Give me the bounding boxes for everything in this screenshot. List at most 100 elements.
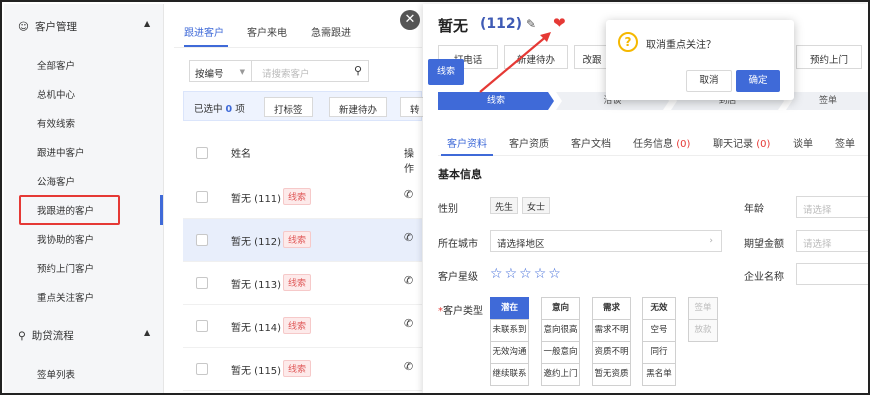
gender-option-male[interactable]: 先生	[490, 197, 519, 214]
sidebar-item-public-pool[interactable]: 公海客户	[37, 174, 75, 188]
type-option[interactable]: 黑名单	[642, 363, 676, 386]
tab-customer-info[interactable]: 客户资料	[447, 135, 487, 150]
edit-icon[interactable]: ✎	[526, 17, 536, 31]
change-follower-button[interactable]: 改跟	[574, 45, 610, 69]
type-option[interactable]: 资质不明	[592, 341, 631, 364]
type-option[interactable]: 继续联系	[490, 363, 529, 386]
phone-icon[interactable]: ✆	[404, 231, 413, 244]
table-row[interactable]: 暂无 (114) 线索 ✆	[183, 305, 422, 348]
flow-icon: ⚲	[18, 329, 26, 342]
sidebar-item-key-focus[interactable]: 重点关注客户	[37, 290, 94, 304]
type-option[interactable]: 暂无资质	[592, 363, 631, 386]
confirm-dialog: ? 取消重点关注？ 取消 确定	[606, 20, 794, 100]
star-icon[interactable]: ☆	[505, 266, 520, 282]
star-icon[interactable]: ☆	[519, 266, 534, 282]
phone-icon[interactable]: ✆	[404, 188, 413, 201]
tab-incoming-call[interactable]: 客户来电	[247, 24, 287, 39]
lead-tag: 线索	[283, 231, 312, 248]
sidebar-item-sign-list[interactable]: 签单列表	[37, 367, 75, 381]
star-icon[interactable]: ☆	[490, 266, 505, 282]
company-input[interactable]	[796, 263, 868, 285]
tab-qualification[interactable]: 客户资质	[509, 135, 549, 150]
table-row[interactable]: 暂无 (113) 线索 ✆	[183, 262, 422, 305]
type-option[interactable]: 需求不明	[592, 319, 631, 342]
type-option[interactable]: 意向很高	[541, 319, 580, 342]
tag-button[interactable]: 打标签	[264, 97, 313, 117]
tab-negotiation[interactable]: 谈单	[793, 135, 813, 150]
type-option[interactable]: 同行	[642, 341, 676, 364]
phone-icon[interactable]: ✆	[404, 360, 413, 373]
row-checkbox[interactable]	[196, 320, 208, 332]
new-todo-button[interactable]: 新建待办	[504, 45, 568, 69]
type-header[interactable]: 意向	[541, 297, 580, 320]
selection-bar: 已选中 0 项 打标签 新建待办 转	[183, 91, 430, 121]
appointment-button[interactable]: 预约上门	[796, 45, 862, 69]
sidebar-item-all[interactable]: 全部客户	[37, 58, 75, 72]
age-label: 年龄	[744, 204, 764, 215]
row-checkbox[interactable]	[196, 234, 208, 246]
search-icon[interactable]: ⚲	[354, 64, 362, 77]
stage-sign[interactable]: 签单	[786, 92, 868, 110]
type-header[interactable]: 潜在	[490, 297, 529, 320]
table-row[interactable]: 暂无 (111) 线索 ✆	[183, 176, 422, 219]
tab-following[interactable]: 跟进客户	[184, 24, 224, 39]
selection-prefix: 已选中	[194, 104, 223, 115]
type-header[interactable]: 需求	[592, 297, 631, 320]
cancel-button[interactable]: 取消	[686, 70, 732, 92]
phone-icon[interactable]: ✆	[404, 274, 413, 287]
star-icon[interactable]: ☆	[548, 266, 563, 282]
gender-label: 性别	[438, 204, 458, 215]
row-name: 暂无 (114)	[231, 323, 282, 334]
star-rating[interactable]: ☆☆☆☆☆	[490, 266, 563, 282]
sidebar-group-label: 客户管理	[34, 21, 77, 33]
city-select[interactable]: 请选择地区 ›	[490, 230, 722, 252]
heart-icon[interactable]: ❤	[553, 14, 566, 32]
table-row[interactable]: 暂无 (115) 线索 ✆	[183, 348, 422, 391]
amount-select[interactable]: 请选择	[796, 230, 868, 252]
sidebar-group-customer[interactable]: ☺ 客户管理 ▲	[18, 19, 150, 34]
row-checkbox[interactable]	[196, 191, 208, 203]
new-todo-button[interactable]: 新建待办	[329, 97, 388, 117]
tab-signing[interactable]: 签单	[835, 135, 855, 150]
gender-option-female[interactable]: 女士	[522, 197, 551, 214]
tab-label: 谈单	[793, 139, 813, 150]
search-input[interactable]: 请搜索客户 ⚲	[251, 60, 369, 82]
type-header[interactable]: 无效	[642, 297, 676, 320]
type-column-invalid: 无效 空号 同行 黑名单	[642, 297, 676, 386]
type-header: 签单	[688, 297, 718, 320]
sidebar-item-appointment[interactable]: 预约上门客户	[37, 261, 94, 275]
tab-divider	[438, 155, 868, 156]
age-select[interactable]: 请选择	[796, 196, 868, 218]
row-checkbox[interactable]	[196, 363, 208, 375]
star-icon[interactable]: ☆	[534, 266, 549, 282]
column-header-name: 姓名	[231, 149, 251, 160]
confirm-button[interactable]: 确定	[736, 70, 780, 92]
row-checkbox[interactable]	[196, 277, 208, 289]
city-value: 请选择地区	[497, 239, 545, 250]
sidebar-item-my-assisting[interactable]: 我协助的客户	[37, 232, 94, 246]
type-column-signed: 签单 放款	[688, 297, 718, 342]
close-icon[interactable]: ✕	[400, 10, 420, 30]
tab-tasks[interactable]: 任务信息 (0)	[633, 135, 690, 150]
select-all-checkbox[interactable]	[196, 147, 208, 159]
search-type-select[interactable]: 按编号 ▼	[189, 60, 251, 82]
caret-up-icon: ▲	[144, 19, 151, 28]
type-option[interactable]: 未联系到	[490, 319, 529, 342]
type-option[interactable]: 空号	[642, 319, 676, 342]
sidebar-item-following[interactable]: 跟进中客户	[37, 145, 85, 159]
sidebar-item-switchboard[interactable]: 总机中心	[37, 87, 75, 101]
phone-icon[interactable]: ✆	[404, 317, 413, 330]
sidebar-item-valid-leads[interactable]: 有效线索	[37, 116, 75, 130]
selection-text: 已选中 0 项	[194, 101, 245, 115]
stage-lead[interactable]: 线索	[438, 92, 554, 110]
tab-chat-history[interactable]: 聊天记录 (0)	[713, 135, 770, 150]
customer-id: (112)	[480, 16, 523, 32]
tab-documents[interactable]: 客户文档	[571, 135, 611, 150]
type-option[interactable]: 邀约上门	[541, 363, 580, 386]
type-option[interactable]: 一般意向	[541, 341, 580, 364]
sidebar-group-loan-flow[interactable]: ⚲ 助贷流程 ▲	[18, 328, 150, 343]
caret-up-icon: ▲	[144, 328, 151, 337]
type-option[interactable]: 无效沟通	[490, 341, 529, 364]
table-row[interactable]: 暂无 (112) 线索 ✆	[183, 219, 422, 262]
tab-urgent[interactable]: 急需跟进	[311, 24, 351, 39]
